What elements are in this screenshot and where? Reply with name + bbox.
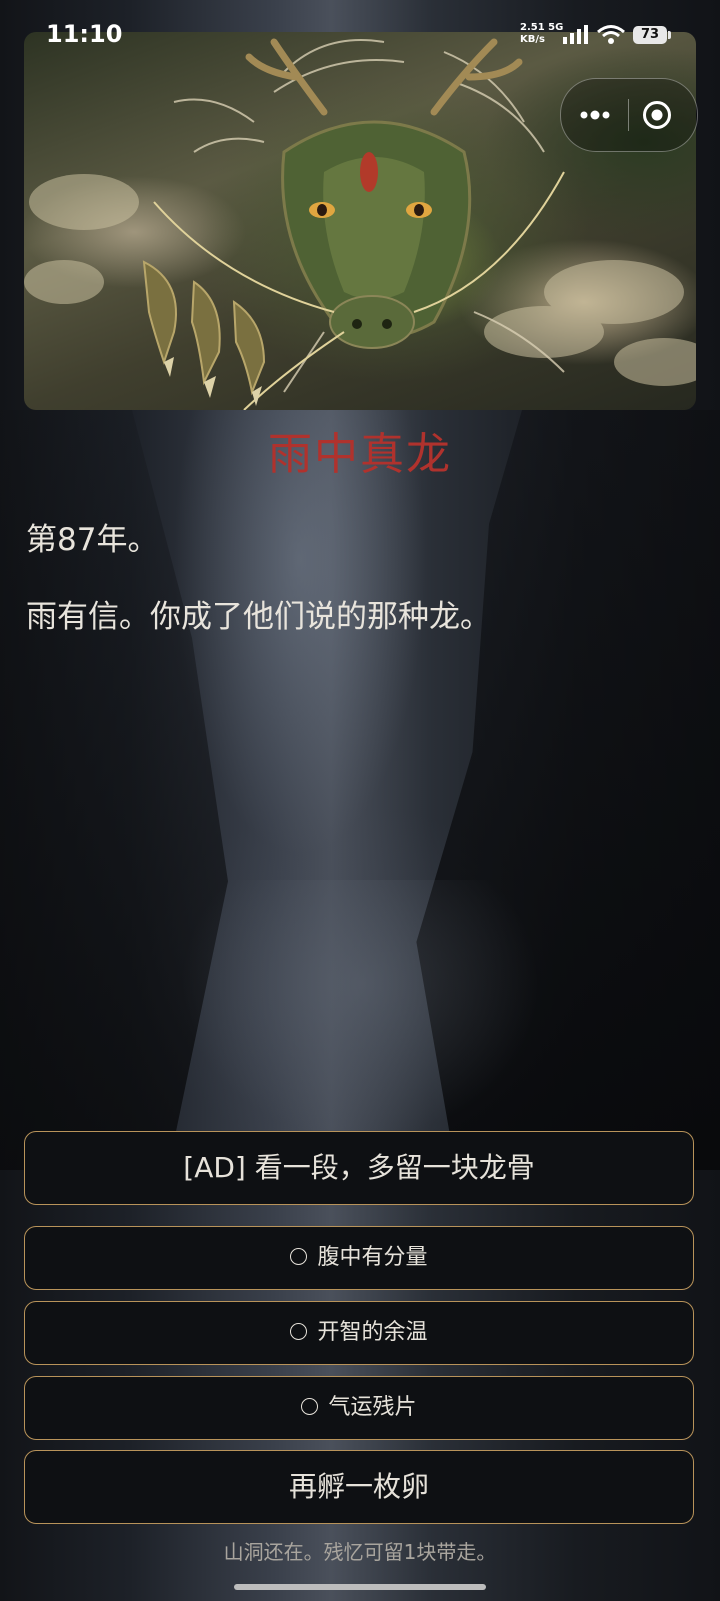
footer-hint: 山洞还在。残忆可留1块带走。	[223, 1540, 497, 1564]
background-stream	[180, 880, 540, 1140]
option-label: 气运残片	[328, 1395, 417, 1420]
home-indicator[interactable]	[234, 1584, 486, 1590]
status-bar: 11:10 2.51 5G KB/s 73	[0, 0, 720, 72]
network-speed: 2.51 5G KB/s	[520, 22, 563, 46]
scene-title: 雨中真龙	[268, 429, 452, 480]
option-label: 开智的余温	[317, 1320, 428, 1345]
miniprogram-capsule	[560, 78, 698, 152]
option-luck-fragment[interactable]: 气运残片	[24, 1376, 694, 1440]
network-speed-value: 2.51	[520, 22, 545, 33]
network-speed-unit: KB/s	[520, 34, 545, 45]
option-label: 腹中有分量	[317, 1245, 428, 1270]
signal-icon	[563, 25, 588, 44]
wifi-icon	[597, 25, 625, 44]
close-target-icon[interactable]	[641, 99, 673, 131]
option-wisdom-warmth[interactable]: 开智的余温	[24, 1301, 694, 1365]
status-time: 11:10	[46, 20, 123, 48]
game-screen: 11:10 2.51 5G KB/s 73 雨中真龙 第87年。 雨有信。你成了…	[0, 0, 720, 1601]
more-icon[interactable]	[575, 101, 615, 129]
radio-unchecked-icon	[290, 1248, 308, 1265]
capsule-divider	[628, 99, 629, 131]
battery-icon: 73	[633, 26, 671, 44]
watch-ad-button[interactable]: [AD] 看一段，多留一块龙骨	[24, 1131, 694, 1205]
radio-unchecked-icon	[290, 1323, 308, 1340]
story-line-year: 第87年。	[26, 522, 159, 558]
story-line-text: 雨有信。你成了他们说的那种龙。	[26, 599, 491, 635]
radio-unchecked-icon	[301, 1398, 319, 1415]
hatch-egg-button[interactable]: 再孵一枚卵	[24, 1450, 694, 1524]
option-belly-weight[interactable]: 腹中有分量	[24, 1226, 694, 1290]
